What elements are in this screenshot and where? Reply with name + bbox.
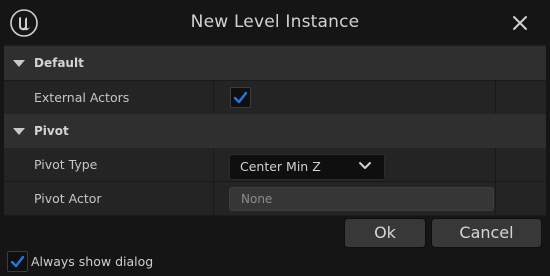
property-row-pivot-actor: Pivot Actor None <box>4 182 546 215</box>
column-divider[interactable] <box>213 148 214 181</box>
always-show-dialog-label: Always show dialog <box>31 254 154 269</box>
external-actors-checkbox[interactable] <box>230 87 251 108</box>
property-label: Pivot Type <box>34 157 98 172</box>
column-divider[interactable] <box>213 81 214 114</box>
expand-arrow-icon[interactable] <box>13 60 25 67</box>
category-pivot[interactable]: Pivot <box>4 114 546 148</box>
property-label: Pivot Actor <box>34 191 102 206</box>
property-label: External Actors <box>34 90 130 105</box>
details-panel: Default External Actors Pivot Pivot Type… <box>4 44 546 216</box>
title-bar: New Level Instance <box>0 0 550 44</box>
column-divider[interactable] <box>213 182 214 215</box>
column-divider <box>495 81 496 114</box>
actor-picker-value: None <box>241 192 273 206</box>
column-divider <box>495 182 496 215</box>
checkmark-icon <box>233 91 248 104</box>
cancel-button[interactable]: Cancel <box>431 218 542 248</box>
category-label: Pivot <box>34 124 69 138</box>
property-row-pivot-type: Pivot Type Center Min Z <box>4 148 546 181</box>
expand-arrow-icon[interactable] <box>13 128 25 135</box>
chevron-down-icon <box>359 162 371 169</box>
property-row-external-actors: External Actors <box>4 81 546 114</box>
close-icon[interactable] <box>506 9 534 37</box>
category-default[interactable]: Default <box>4 46 546 80</box>
pivot-type-dropdown[interactable]: Center Min Z <box>229 154 385 180</box>
pivot-actor-picker[interactable]: None <box>229 187 494 211</box>
window-title: New Level Instance <box>190 12 360 32</box>
always-show-dialog-checkbox[interactable] <box>7 251 28 272</box>
category-label: Default <box>34 56 84 70</box>
ok-button[interactable]: Ok <box>344 218 426 248</box>
checkmark-icon <box>10 255 25 268</box>
dropdown-value: Center Min Z <box>240 159 321 174</box>
column-divider <box>495 148 496 181</box>
